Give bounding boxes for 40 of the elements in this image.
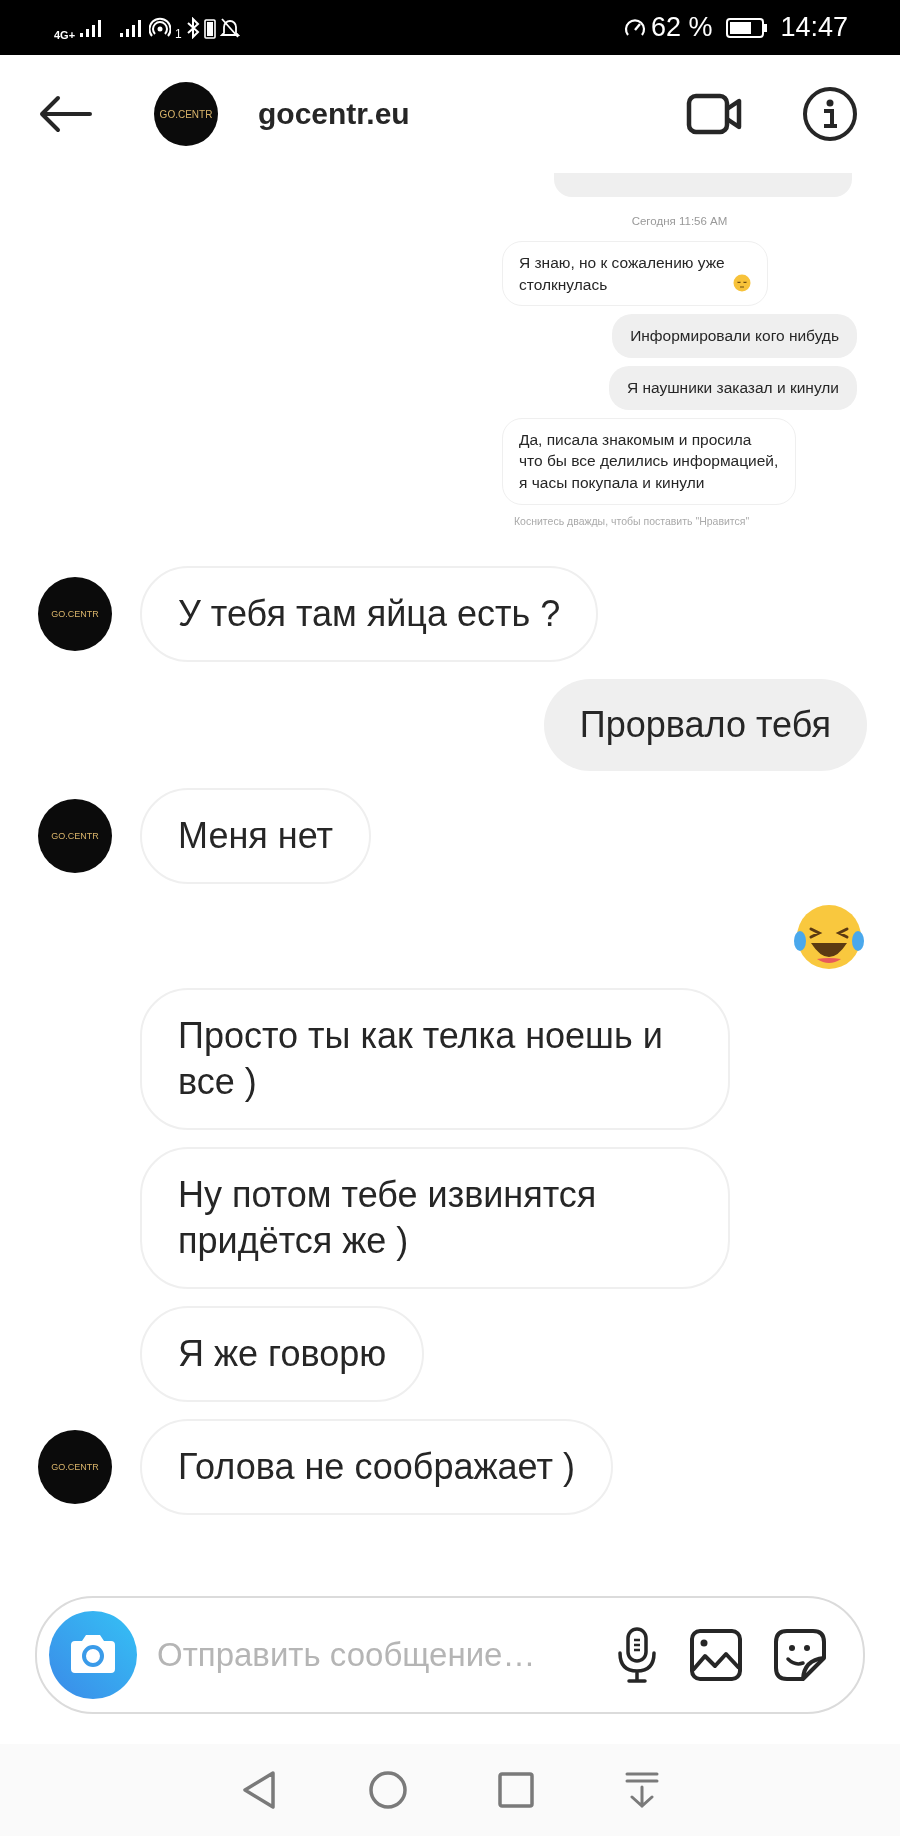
battery-icon [726,16,769,39]
sender-avatar[interactable]: GO.CENTR [38,576,112,651]
sad-face-emoji-icon [733,274,751,293]
network-label: 4G+ [54,28,76,41]
sender-avatar[interactable]: GO.CENTR [38,798,112,873]
hotspot-count: 1 [175,26,182,41]
home-nav-icon[interactable] [367,1770,408,1810]
message-bubble[interactable]: Голова не соображает ) [140,1418,613,1515]
sticker-icon[interactable] [773,1628,827,1682]
status-time: 14:47 [780,12,848,43]
message-bubble[interactable]: Ну потом тебе извинятся придётся же ) [140,1146,730,1289]
recents-nav-icon[interactable] [498,1772,535,1808]
message-bubble: Да, писала знакомым и просила что бы все делились информацией, я часы покупала и кинули [502,417,796,505]
message-bubble: Я наушники заказал и кинули [608,366,857,410]
microphone-icon[interactable] [615,1625,659,1685]
back-arrow-icon[interactable] [38,94,92,134]
message-bubble: Информировали кого нибудь [612,314,857,359]
message-input[interactable]: Отправить сообщение… [155,1635,585,1675]
sender-avatar[interactable]: GO.CENTR [38,1429,112,1504]
message-text: Я знаю, но к сожалению уже столкнулась [519,253,726,295]
message-bubble[interactable]: Прорвало тебя [543,678,867,771]
double-tap-hint: Коснитесь дважды, чтобы поставить "Нравится" [514,514,750,527]
hotspot-icon [149,16,172,39]
profile-avatar[interactable]: GO.CENTR [154,82,218,146]
message-bubble[interactable]: Меня нет [140,787,371,884]
bluetooth-icon [185,16,200,39]
muted-bell-icon [219,16,240,39]
camera-button[interactable] [49,1611,137,1699]
notification-pull-icon[interactable] [625,1771,660,1809]
message-bubble[interactable]: Просто ты как телка ноешь и все ) [140,987,730,1130]
back-nav-icon[interactable] [240,1770,277,1810]
message-bubble[interactable]: У тебя там яйца есть ? [140,565,599,662]
chat-title[interactable]: gocentr.eu [258,97,410,131]
video-call-icon[interactable] [686,91,744,137]
message-timestamp: Сегодня 11:56 AM [631,215,728,227]
message-bubble[interactable]: Я же говорю [140,1305,425,1402]
battery-icon [203,16,216,39]
info-icon[interactable] [802,86,858,142]
gallery-icon[interactable] [689,1628,743,1682]
battery-percent: 62 % [650,12,713,43]
